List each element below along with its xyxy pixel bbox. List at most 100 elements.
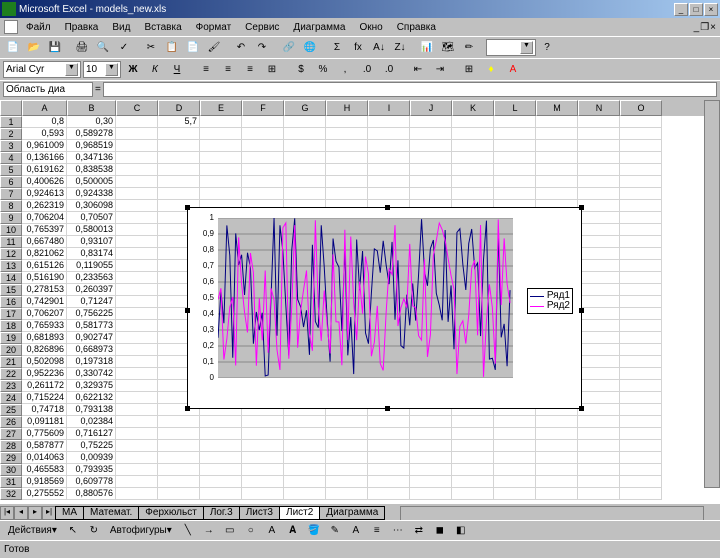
cell[interactable]: 0,765933: [22, 320, 67, 332]
cell[interactable]: [578, 476, 620, 488]
cell[interactable]: [494, 176, 536, 188]
cell[interactable]: [578, 488, 620, 500]
cell[interactable]: 0,961009: [22, 140, 67, 152]
cell[interactable]: [242, 188, 284, 200]
cell[interactable]: [452, 452, 494, 464]
cell[interactable]: [368, 428, 410, 440]
cell[interactable]: [452, 440, 494, 452]
rect-icon[interactable]: ▭: [220, 521, 240, 541]
save-icon[interactable]: 💾: [45, 38, 65, 58]
cell[interactable]: [536, 440, 578, 452]
cell[interactable]: [410, 428, 452, 440]
cell[interactable]: [620, 404, 662, 416]
cell[interactable]: [578, 464, 620, 476]
cell[interactable]: [578, 152, 620, 164]
merge-icon[interactable]: ⊞: [262, 60, 282, 80]
cell[interactable]: [536, 416, 578, 428]
cell[interactable]: [620, 116, 662, 128]
cell[interactable]: [536, 452, 578, 464]
cell[interactable]: [410, 128, 452, 140]
cell[interactable]: [158, 128, 200, 140]
col-header-D[interactable]: D: [158, 100, 200, 116]
row-header[interactable]: 3: [0, 140, 22, 152]
cell[interactable]: [494, 464, 536, 476]
cell[interactable]: [116, 152, 158, 164]
cell[interactable]: 0,793935: [67, 464, 116, 476]
cell[interactable]: [578, 440, 620, 452]
cell[interactable]: [284, 116, 326, 128]
rotate-icon[interactable]: ↻: [84, 521, 104, 541]
row-header[interactable]: 5: [0, 164, 22, 176]
col-header-C[interactable]: C: [116, 100, 158, 116]
italic-icon[interactable]: К: [145, 60, 165, 80]
cell[interactable]: [410, 476, 452, 488]
cell[interactable]: [578, 392, 620, 404]
cell[interactable]: [116, 344, 158, 356]
cell[interactable]: [620, 260, 662, 272]
cell[interactable]: [494, 440, 536, 452]
col-header-H[interactable]: H: [326, 100, 368, 116]
cell[interactable]: [242, 428, 284, 440]
cell[interactable]: [116, 260, 158, 272]
cell[interactable]: [578, 308, 620, 320]
cell[interactable]: [242, 452, 284, 464]
help-icon[interactable]: ?: [537, 38, 557, 58]
cell[interactable]: [620, 176, 662, 188]
cell[interactable]: [368, 128, 410, 140]
cell[interactable]: [620, 380, 662, 392]
col-header-M[interactable]: M: [536, 100, 578, 116]
cell[interactable]: [326, 152, 368, 164]
menu-tools[interactable]: Сервис: [239, 21, 285, 34]
cell[interactable]: [116, 116, 158, 128]
cell[interactable]: [284, 428, 326, 440]
cell[interactable]: [242, 476, 284, 488]
cell[interactable]: [242, 416, 284, 428]
cell[interactable]: 0,262319: [22, 200, 67, 212]
arrow-style-icon[interactable]: ⇄: [409, 521, 429, 541]
cell[interactable]: [578, 428, 620, 440]
cell[interactable]: [578, 284, 620, 296]
cell[interactable]: 0,091181: [22, 416, 67, 428]
cell[interactable]: [200, 176, 242, 188]
row-header[interactable]: 27: [0, 428, 22, 440]
cell[interactable]: [410, 440, 452, 452]
cell[interactable]: [116, 200, 158, 212]
cell[interactable]: [536, 464, 578, 476]
cell[interactable]: [116, 164, 158, 176]
cell[interactable]: [578, 224, 620, 236]
cell[interactable]: [326, 464, 368, 476]
fill-icon[interactable]: 🪣: [304, 521, 324, 541]
tab-first-icon[interactable]: |◂: [0, 506, 14, 520]
cell[interactable]: [116, 176, 158, 188]
cell[interactable]: [620, 488, 662, 500]
cell[interactable]: [116, 308, 158, 320]
currency-icon[interactable]: $: [291, 60, 311, 80]
cell[interactable]: [620, 308, 662, 320]
cell[interactable]: [620, 236, 662, 248]
cell[interactable]: [620, 392, 662, 404]
row-header[interactable]: 26: [0, 416, 22, 428]
cell[interactable]: [158, 476, 200, 488]
cell[interactable]: [368, 152, 410, 164]
cell[interactable]: [116, 320, 158, 332]
cell[interactable]: [620, 320, 662, 332]
preview-icon[interactable]: 🔍: [93, 38, 113, 58]
dash-style-icon[interactable]: ⋯: [388, 521, 408, 541]
cell[interactable]: [494, 488, 536, 500]
cell[interactable]: [410, 116, 452, 128]
cell[interactable]: [242, 176, 284, 188]
row-header[interactable]: 29: [0, 452, 22, 464]
shadow-icon[interactable]: ◼: [430, 521, 450, 541]
cell[interactable]: [116, 476, 158, 488]
cell[interactable]: [326, 476, 368, 488]
cell[interactable]: [200, 152, 242, 164]
cell[interactable]: [410, 452, 452, 464]
cell[interactable]: [158, 164, 200, 176]
cell[interactable]: [578, 128, 620, 140]
cell[interactable]: [494, 476, 536, 488]
textbox-icon[interactable]: A: [262, 521, 282, 541]
cell[interactable]: [536, 476, 578, 488]
cell[interactable]: [578, 176, 620, 188]
cell[interactable]: [242, 116, 284, 128]
row-header[interactable]: 12: [0, 248, 22, 260]
